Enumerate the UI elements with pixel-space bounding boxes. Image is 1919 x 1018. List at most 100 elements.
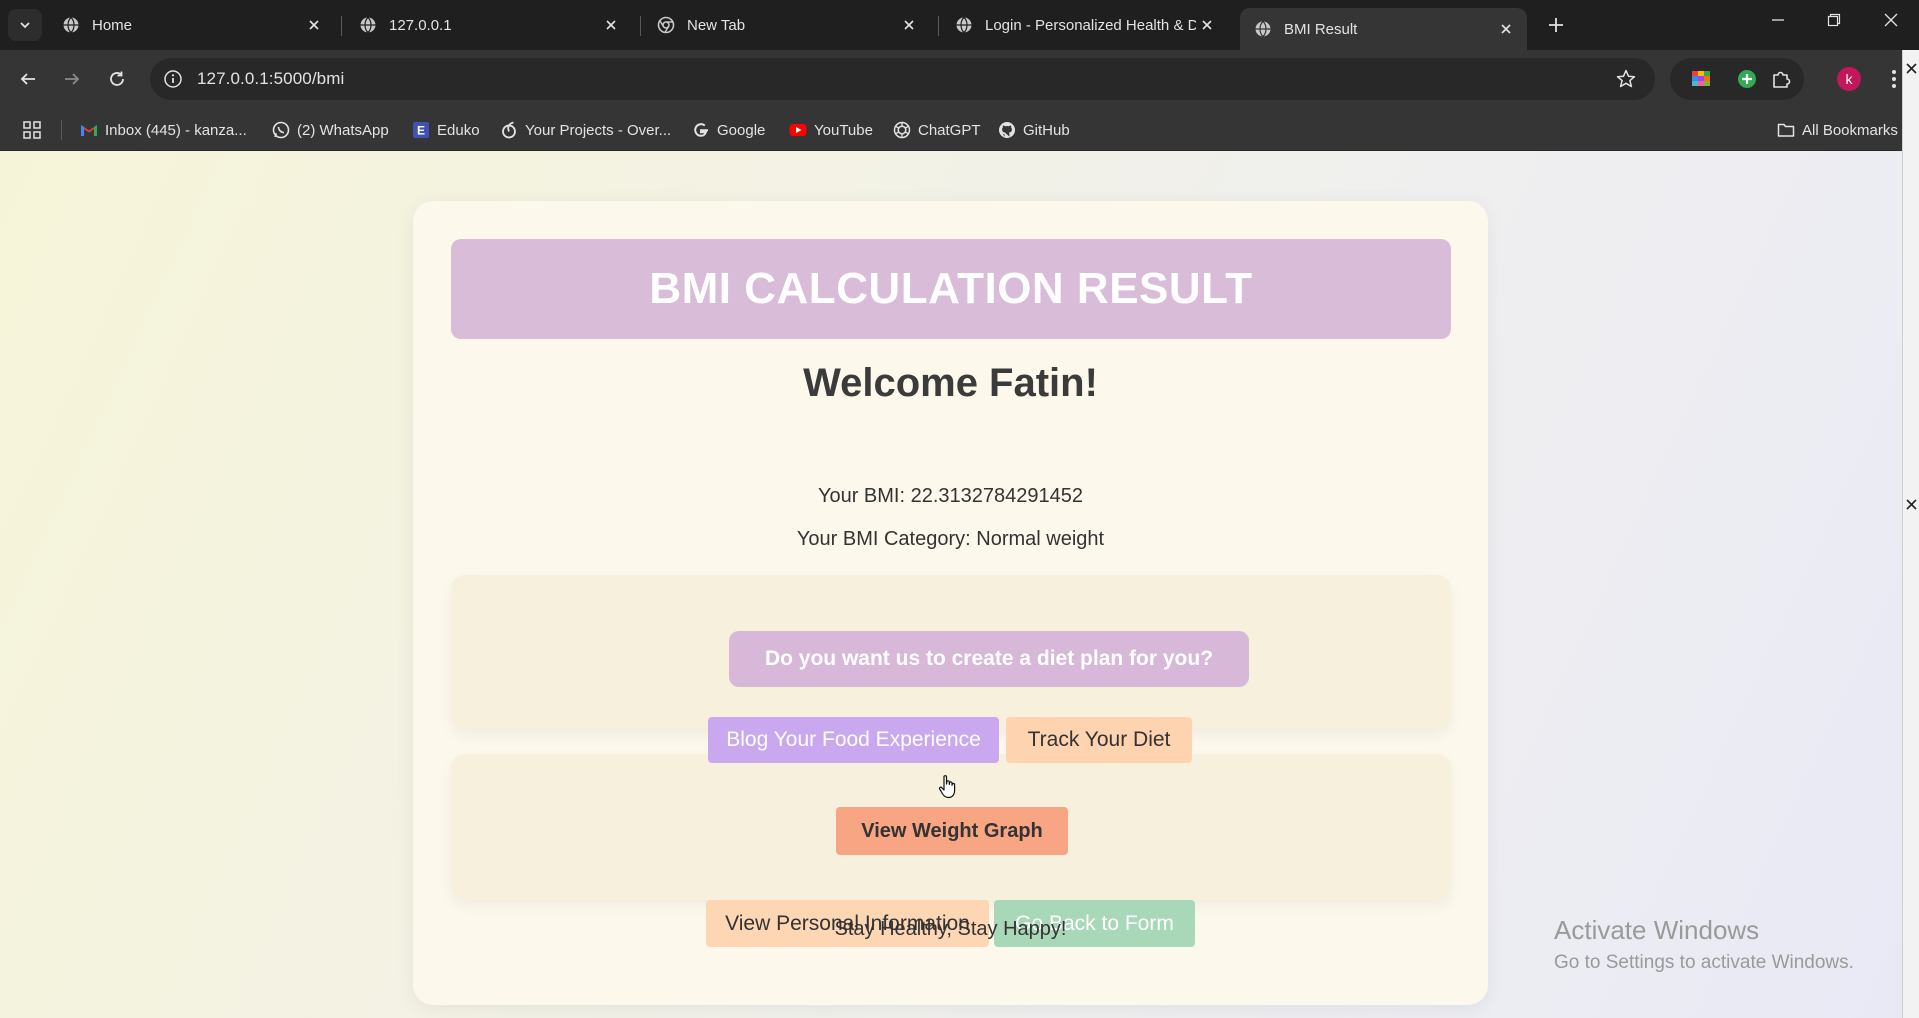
bookmark-eduko[interactable]: E Eduko bbox=[412, 118, 480, 142]
globe-icon bbox=[360, 17, 376, 33]
hand-cursor-icon bbox=[938, 775, 956, 799]
arrow-left-icon bbox=[20, 73, 35, 85]
url-text[interactable]: 127.0.0.1:5000/bmi bbox=[197, 69, 344, 89]
folder-icon bbox=[1777, 123, 1795, 137]
bookmarks-separator bbox=[61, 120, 62, 140]
result-banner: BMI CALCULATION RESULT bbox=[451, 239, 1451, 339]
bookmark-folder-label: All Bookmarks bbox=[1802, 121, 1898, 139]
tab-title: 127.0.0.1 bbox=[389, 16, 452, 34]
bookmark-label: Your Projects - Over... bbox=[525, 121, 672, 139]
bookmark-star-icon[interactable] bbox=[1615, 68, 1637, 90]
site-info-icon[interactable] bbox=[162, 68, 184, 90]
view-weight-graph-button[interactable]: View Weight Graph bbox=[836, 807, 1068, 855]
all-bookmarks-folder[interactable]: All Bookmarks bbox=[1777, 118, 1898, 142]
add-circle-icon[interactable] bbox=[1736, 68, 1758, 90]
bookmark-label: Google bbox=[717, 121, 766, 139]
globe-icon bbox=[1255, 21, 1271, 37]
gmail-icon bbox=[81, 125, 97, 136]
track-diet-button[interactable]: Track Your Diet bbox=[1006, 717, 1192, 763]
tagline: Stay Healthy, Stay Happy! bbox=[834, 918, 1067, 940]
overleaf-icon bbox=[502, 121, 516, 139]
colorful-extension-icon[interactable] bbox=[1690, 68, 1712, 90]
close-icon bbox=[1884, 13, 1898, 27]
reload-button[interactable] bbox=[103, 65, 131, 93]
github-icon bbox=[999, 122, 1015, 138]
page-viewport: BMI CALCULATION RESULT Welcome Fatin! Yo… bbox=[0, 151, 1902, 1018]
bookmark-overleaf[interactable]: Your Projects - Over... bbox=[500, 118, 671, 142]
bookmark-label: Inbox (445) - kanza... bbox=[105, 121, 247, 139]
profile-avatar[interactable]: k bbox=[1837, 67, 1861, 91]
new-tab-button[interactable] bbox=[1544, 13, 1568, 37]
close-tab-icon[interactable] bbox=[1196, 14, 1218, 36]
svg-text:E: E bbox=[417, 124, 425, 138]
tab-separator bbox=[640, 16, 641, 36]
bookmark-youtube[interactable]: YouTube bbox=[789, 118, 873, 142]
close-icon[interactable] bbox=[1905, 498, 1918, 511]
bookmark-github[interactable]: GitHub bbox=[998, 118, 1070, 142]
globe-icon bbox=[956, 17, 972, 33]
browser-toolbar: 127.0.0.1:5000/bmi k bbox=[0, 50, 1919, 108]
globe-icon bbox=[63, 17, 79, 33]
chevron-down-icon bbox=[20, 22, 30, 29]
tab-localhost[interactable]: 127.0.0.1 bbox=[345, 7, 632, 43]
bmi-category: Your BMI Category: Normal weight bbox=[796, 528, 1105, 550]
restore-button[interactable] bbox=[1811, 0, 1857, 40]
chrome-icon bbox=[657, 16, 675, 34]
apps-grid-icon[interactable] bbox=[22, 120, 42, 140]
tab-separator bbox=[938, 16, 939, 36]
arrow-right-icon bbox=[65, 73, 80, 85]
page-title: BMI CALCULATION RESULT bbox=[649, 264, 1253, 313]
welcome-heading: Welcome Fatin! bbox=[803, 361, 1098, 405]
extensions-group bbox=[1670, 58, 1804, 100]
reload-icon bbox=[110, 71, 124, 86]
close-tab-icon[interactable] bbox=[600, 14, 622, 36]
forward-button[interactable] bbox=[58, 65, 86, 93]
bookmark-label: YouTube bbox=[814, 121, 873, 139]
bmi-value: Your BMI: 22.3132784291452 bbox=[817, 485, 1084, 507]
browser-menu-button[interactable] bbox=[1884, 67, 1904, 91]
bookmark-label: ChatGPT bbox=[918, 121, 981, 139]
tab-title: Login - Personalized Health & D bbox=[985, 16, 1196, 34]
tab-separator bbox=[341, 16, 342, 36]
close-tab-icon[interactable] bbox=[898, 14, 920, 36]
bookmark-chatgpt[interactable]: ChatGPT bbox=[893, 118, 981, 142]
close-tab-icon[interactable] bbox=[1495, 18, 1517, 40]
create-diet-plan-button[interactable]: Do you want us to create a diet plan for… bbox=[729, 631, 1249, 687]
bookmark-gmail[interactable]: Inbox (445) - kanza... bbox=[80, 118, 247, 142]
eduko-icon: E bbox=[413, 122, 429, 138]
result-card: BMI CALCULATION RESULT Welcome Fatin! Yo… bbox=[413, 201, 1488, 1005]
bookmarks-bar: Inbox (445) - kanza... (2) WhatsApp E Ed… bbox=[0, 108, 1919, 151]
tab-home[interactable]: Home bbox=[48, 7, 335, 43]
blog-food-experience-button[interactable]: Blog Your Food Experience bbox=[708, 717, 999, 763]
restore-icon bbox=[1827, 13, 1841, 27]
address-bar[interactable]: 127.0.0.1:5000/bmi bbox=[150, 58, 1655, 100]
side-panel-edge bbox=[1902, 50, 1919, 1018]
youtube-icon bbox=[789, 124, 807, 136]
google-icon bbox=[694, 123, 708, 137]
tab-bmi-result[interactable]: BMI Result bbox=[1240, 8, 1527, 50]
watermark-subtitle: Go to Settings to activate Windows. bbox=[1554, 952, 1854, 973]
close-icon[interactable] bbox=[1905, 62, 1918, 75]
plus-icon bbox=[1549, 18, 1563, 32]
tab-title: BMI Result bbox=[1284, 20, 1358, 38]
close-tab-icon[interactable] bbox=[303, 14, 325, 36]
diet-plan-panel: Do you want us to create a diet plan for… bbox=[451, 575, 1451, 729]
minimize-icon bbox=[1772, 19, 1784, 21]
tab-login[interactable]: Login - Personalized Health & D bbox=[941, 7, 1228, 43]
tab-new-tab[interactable]: New Tab bbox=[643, 7, 930, 43]
minimize-button[interactable] bbox=[1755, 0, 1801, 40]
tab-strip: Home 127.0.0.1 New Tab Login - Personali… bbox=[0, 0, 1919, 50]
bookmark-label: (2) WhatsApp bbox=[297, 121, 389, 139]
bookmark-whatsapp[interactable]: (2) WhatsApp bbox=[272, 118, 389, 142]
tab-search-button[interactable] bbox=[8, 9, 42, 41]
kebab-menu-icon bbox=[1892, 70, 1896, 88]
back-button[interactable] bbox=[14, 65, 42, 93]
close-window-button[interactable] bbox=[1868, 0, 1914, 40]
tab-title: New Tab bbox=[687, 16, 746, 34]
activate-windows-watermark: Activate Windows Go to Settings to activ… bbox=[1554, 915, 1854, 974]
chatgpt-icon bbox=[893, 121, 911, 139]
bookmark-label: GitHub bbox=[1023, 121, 1070, 139]
puzzle-icon[interactable] bbox=[1770, 68, 1792, 90]
tab-title: Home bbox=[92, 16, 133, 34]
bookmark-google[interactable]: Google bbox=[692, 118, 765, 142]
